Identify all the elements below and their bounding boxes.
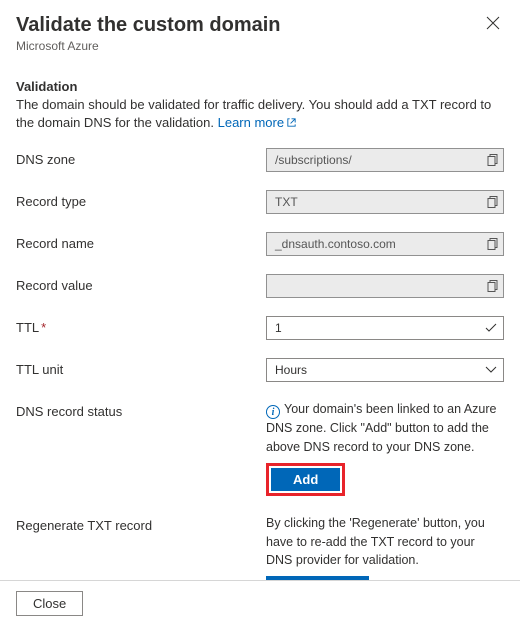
ttl-unit-label: TTL unit bbox=[16, 358, 266, 377]
external-link-icon bbox=[286, 117, 297, 128]
validation-description: The domain should be validated for traff… bbox=[16, 96, 504, 132]
dns-zone-field: /subscriptions/ bbox=[266, 148, 504, 172]
panel-footer: Close bbox=[0, 580, 520, 626]
ttl-input[interactable]: 1 bbox=[266, 316, 504, 340]
learn-more-link[interactable]: Learn more bbox=[218, 115, 284, 130]
record-value-field bbox=[266, 274, 504, 298]
record-value-label: Record value bbox=[16, 274, 266, 293]
copy-icon[interactable] bbox=[487, 154, 499, 167]
copy-icon[interactable] bbox=[487, 196, 499, 209]
close-button[interactable]: Close bbox=[16, 591, 83, 616]
ttl-unit-select[interactable]: Hours bbox=[266, 358, 504, 382]
record-name-label: Record name bbox=[16, 232, 266, 251]
check-icon bbox=[485, 323, 497, 333]
copy-icon[interactable] bbox=[487, 238, 499, 251]
regenerate-text: By clicking the 'Regenerate' button, you… bbox=[266, 514, 504, 570]
record-type-field: TXT bbox=[266, 190, 504, 214]
copy-icon[interactable] bbox=[487, 280, 499, 293]
record-name-field: _dnsauth.contoso.com bbox=[266, 232, 504, 256]
dns-record-status-label: DNS record status bbox=[16, 400, 266, 419]
add-button[interactable]: Add bbox=[271, 468, 340, 491]
close-icon[interactable] bbox=[482, 14, 504, 32]
panel-subtitle: Microsoft Azure bbox=[16, 39, 281, 53]
chevron-down-icon bbox=[485, 366, 497, 374]
info-icon: i bbox=[266, 405, 280, 419]
record-type-label: Record type bbox=[16, 190, 266, 209]
panel-title: Validate the custom domain bbox=[16, 14, 281, 37]
ttl-label: TTL* bbox=[16, 316, 266, 335]
add-button-highlight: Add bbox=[266, 463, 345, 496]
validation-heading: Validation bbox=[16, 79, 504, 94]
dns-record-status-text: iYour domain's been linked to an Azure D… bbox=[266, 400, 504, 457]
validate-domain-panel: Validate the custom domain Microsoft Azu… bbox=[0, 0, 520, 626]
required-asterisk: * bbox=[41, 320, 46, 335]
regenerate-label: Regenerate TXT record bbox=[16, 514, 266, 533]
dns-zone-label: DNS zone bbox=[16, 148, 266, 167]
